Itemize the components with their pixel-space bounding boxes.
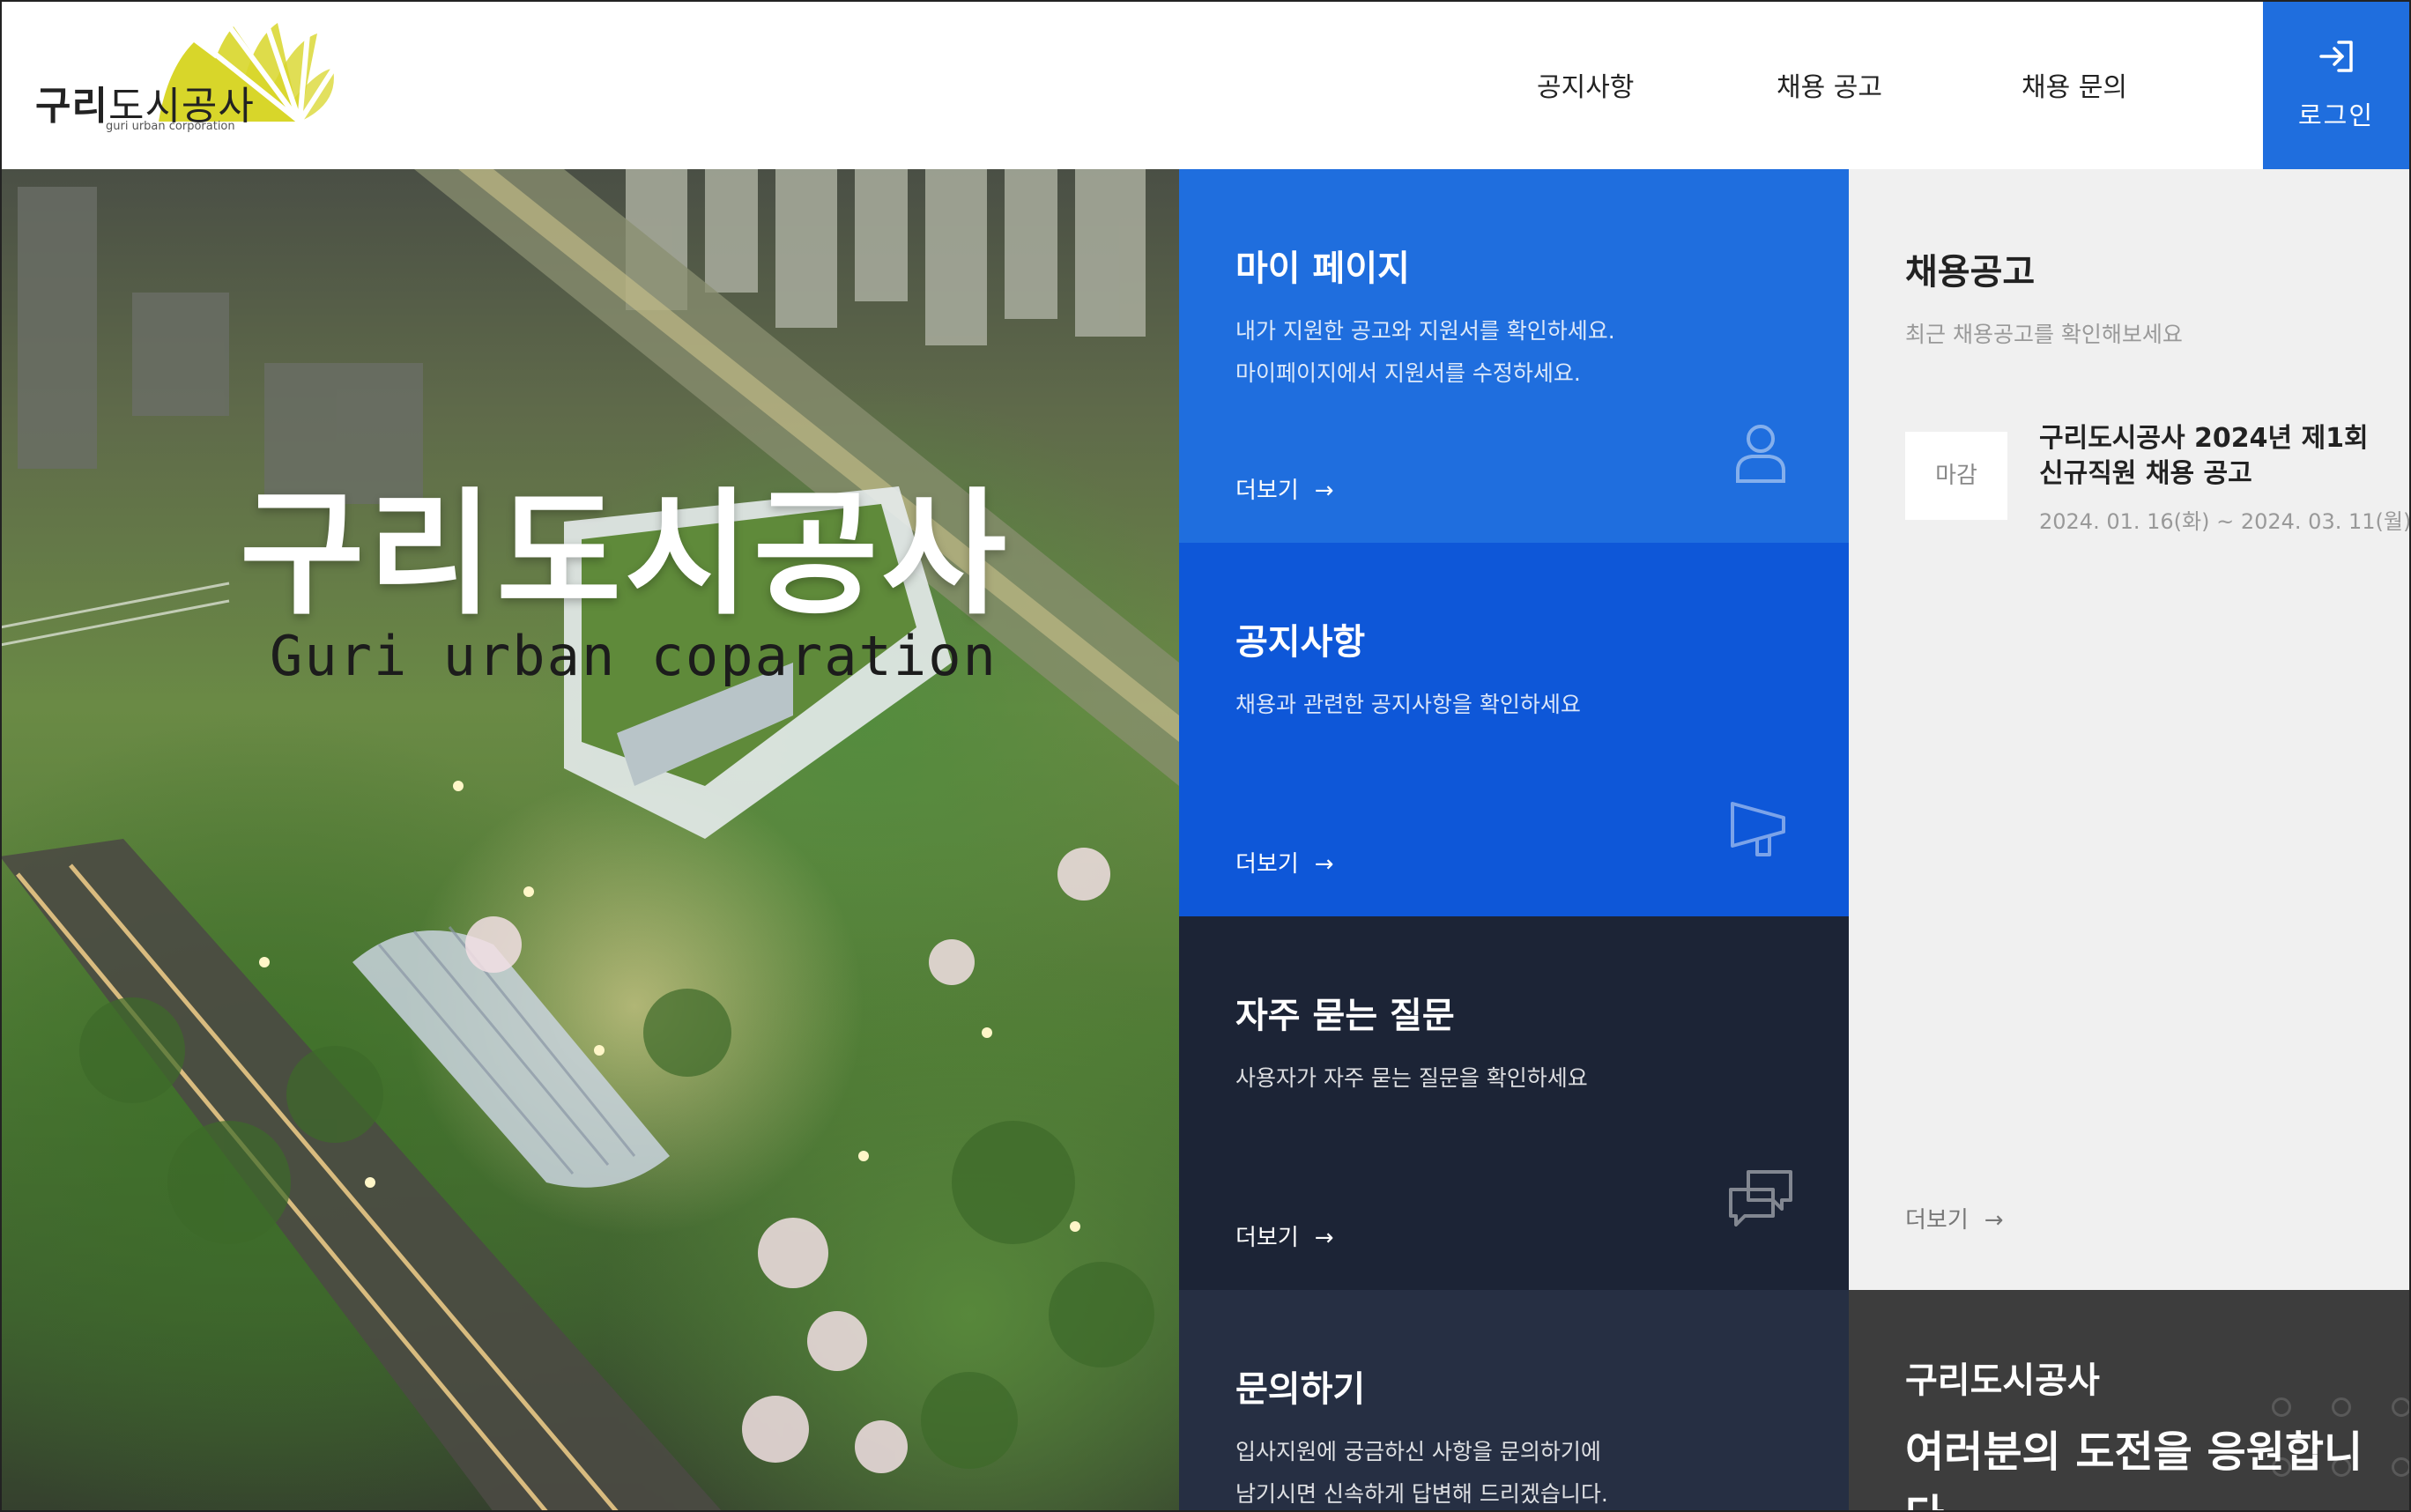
recruit-title: 채용공고 (1905, 252, 2036, 293)
megaphone-icon (1731, 802, 1785, 856)
tile-contact[interactable]: 문의하기 입사지원에 궁금하신 사항을 문의하기에 남기시면 신속하게 답변해 … (1179, 1290, 1849, 1512)
cheer-banner: 구리도시공사 여러분의 도전을 응원합니다 (1849, 1290, 2411, 1512)
tile-title: 공지사항 (1235, 622, 1366, 663)
cheer-slogan: 여러분의 도전을 응원합니다 (1905, 1427, 2363, 1512)
tile-description-line: 입사지원에 궁금하신 사항을 문의하기에 (1235, 1439, 1601, 1464)
more-label: 더보기 (1905, 1207, 1969, 1234)
more-label: 더보기 (1235, 478, 1299, 504)
job-title: 구리도시공사 2024년 제1회 신규직원 채용 공고 (2039, 421, 2369, 492)
tile-description-line: 마이페이지에서 지원서를 수정하세요. (1235, 360, 1581, 386)
login-icon (2319, 41, 2353, 72)
arrow-right-icon: → (1314, 1225, 1334, 1251)
tile-notice[interactable]: 공지사항 채용과 관련한 공지사항을 확인하세요 더보기 → (1179, 543, 1849, 916)
nav-notice[interactable]: 공지사항 (1537, 65, 1634, 104)
more-link[interactable]: 더보기 → (1235, 1219, 1334, 1252)
tile-title: 마이 페이지 (1235, 248, 1410, 289)
tile-title: 자주 묻는 질문 (1235, 996, 1455, 1036)
site-header: 구리도시공사 guri urban corporation 공지사항 채용 공고… (0, 0, 2411, 171)
job-title-line: 구리도시공사 2024년 제1회 (2039, 423, 2369, 454)
arrow-right-icon: → (1314, 851, 1334, 878)
hero-image: 구리도시공사 Guri urban coparation (0, 169, 1179, 1512)
tile-description-line: 남기시면 신속하게 답변해 드리겠습니다. (1235, 1481, 1608, 1507)
more-link[interactable]: 더보기 → (1905, 1202, 2004, 1234)
nav-job-posting[interactable]: 채용 공고 (1777, 65, 1882, 104)
more-link[interactable]: 더보기 → (1235, 846, 1334, 878)
status-badge: 마감 (1905, 432, 2007, 520)
tile-description: 내가 지원한 공고와 지원서를 확인하세요. 마이페이지에서 지원서를 수정하세… (1235, 310, 1615, 395)
cheer-org-name: 구리도시공사 (1905, 1360, 2100, 1401)
job-posting-item[interactable]: 마감 구리도시공사 2024년 제1회 신규직원 채용 공고 2024. 01.… (1905, 421, 2411, 545)
more-link[interactable]: 더보기 → (1235, 472, 1334, 505)
logo-text-bold: 구리 (35, 84, 108, 129)
hero-subtitle: Guri urban coparation (270, 624, 998, 688)
more-label: 더보기 (1235, 851, 1299, 878)
job-title-line: 신규직원 채용 공고 (2039, 458, 2252, 489)
tile-title: 문의하기 (1235, 1369, 1366, 1410)
arrow-right-icon: → (1314, 478, 1334, 504)
hero-title: 구리도시공사 (240, 476, 1011, 634)
logo-subtitle: guri urban corporation (106, 120, 235, 133)
tile-description-line: 내가 지원한 공고와 지원서를 확인하세요. (1235, 318, 1615, 344)
user-icon (1736, 425, 1785, 483)
tile-faq[interactable]: 자주 묻는 질문 사용자가 자주 묻는 질문을 확인하세요 더보기 → (1179, 916, 1849, 1290)
tile-description: 입사지원에 궁금하신 사항을 문의하기에 남기시면 신속하게 답변해 드리겠습니… (1235, 1431, 1608, 1512)
login-label: 로그인 (2297, 100, 2375, 130)
nav-job-inquiry[interactable]: 채용 문의 (2022, 65, 2127, 104)
chat-icon (1729, 1170, 1792, 1227)
hero-city-illustration (0, 169, 1179, 1512)
tile-description: 사용자가 자주 묻는 질문을 확인하세요 (1235, 1057, 1588, 1100)
recruit-panel: 채용공고 최근 채용공고를 확인해보세요 마감 구리도시공사 2024년 제1회… (1849, 169, 2411, 1290)
more-label: 더보기 (1235, 1225, 1299, 1251)
tile-description: 채용과 관련한 공지사항을 확인하세요 (1235, 684, 1581, 726)
tile-description-line: 채용과 관련한 공지사항을 확인하세요 (1235, 692, 1581, 717)
logo[interactable]: 구리도시공사 guri urban corporation (35, 16, 344, 139)
arrow-right-icon: → (1984, 1207, 2004, 1234)
job-date: 2024. 01. 16(화) ~ 2024. 03. 11(월) (2039, 509, 2411, 534)
tile-description-line: 사용자가 자주 묻는 질문을 확인하세요 (1235, 1065, 1588, 1091)
login-button[interactable]: 로그인 (2263, 2, 2409, 171)
recruit-subtitle: 최근 채용공고를 확인해보세요 (1905, 322, 2183, 347)
tile-my-page[interactable]: 마이 페이지 내가 지원한 공고와 지원서를 확인하세요. 마이페이지에서 지원… (1179, 169, 1849, 543)
